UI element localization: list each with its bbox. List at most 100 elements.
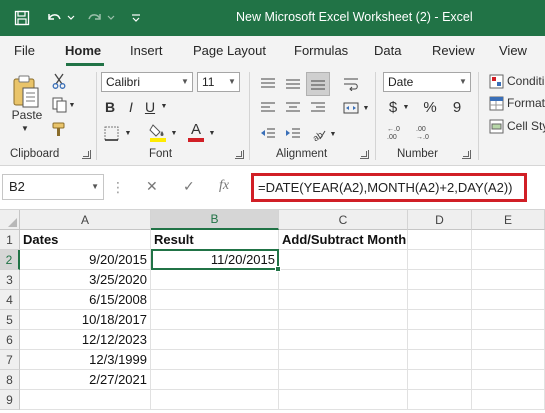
tab-insert[interactable]: Insert [130, 43, 163, 58]
tab-view[interactable]: View [499, 43, 527, 58]
font-color-icon[interactable]: A [186, 121, 206, 143]
row-header-6[interactable]: 6 [0, 330, 20, 350]
cell-c9[interactable] [279, 390, 408, 410]
cell-c5[interactable] [279, 310, 408, 330]
fill-handle[interactable] [275, 266, 281, 272]
cell-b4[interactable] [151, 290, 279, 310]
tab-data[interactable]: Data [374, 43, 401, 58]
cell-a3[interactable]: 3/25/2020 [20, 270, 151, 290]
cell-c2[interactable] [279, 250, 408, 270]
format-painter-icon[interactable] [50, 120, 68, 138]
orientation-dropdown-icon[interactable]: ▼ [329, 129, 337, 139]
bold-button[interactable]: B [101, 97, 119, 117]
cell-styles-label[interactable]: Cell Sty [507, 117, 545, 135]
decrease-indent-icon[interactable] [258, 124, 278, 144]
cell-a4[interactable]: 6/15/2008 [20, 290, 151, 310]
font-size-select[interactable]: 11 ▼ [197, 72, 240, 92]
currency-dropdown-icon[interactable]: ▼ [402, 102, 410, 112]
align-bottom-icon[interactable] [306, 72, 330, 96]
cell-b7[interactable] [151, 350, 279, 370]
align-center-icon[interactable] [283, 98, 303, 118]
fill-color-icon[interactable] [148, 121, 168, 143]
font-launcher-icon[interactable] [235, 150, 244, 159]
clipboard-launcher-icon[interactable] [82, 150, 91, 159]
font-color-dropdown-icon[interactable]: ▼ [208, 128, 216, 138]
cell-d5[interactable] [408, 310, 472, 330]
paste-icon[interactable] [8, 72, 44, 112]
select-all-button[interactable] [0, 210, 20, 230]
cell-b6[interactable] [151, 330, 279, 350]
cell-e3[interactable] [472, 270, 545, 290]
column-header-b[interactable]: B [151, 210, 279, 230]
orientation-icon[interactable]: ab [308, 124, 328, 144]
cell-d2[interactable] [408, 250, 472, 270]
undo-icon[interactable] [45, 9, 63, 27]
row-header-3[interactable]: 3 [0, 270, 20, 290]
column-header-c[interactable]: C [279, 210, 408, 230]
cell-b5[interactable] [151, 310, 279, 330]
tab-file[interactable]: File [14, 43, 35, 58]
number-format-select[interactable]: Date ▼ [383, 72, 471, 92]
redo-dropdown-icon[interactable] [106, 9, 116, 27]
cell-d6[interactable] [408, 330, 472, 350]
cell-d9[interactable] [408, 390, 472, 410]
merge-center-icon[interactable] [341, 98, 361, 118]
paste-dropdown-icon[interactable]: ▼ [20, 124, 30, 133]
format-as-table-icon[interactable] [487, 94, 505, 112]
cell-e9[interactable] [472, 390, 545, 410]
cell-e8[interactable] [472, 370, 545, 390]
cell-e1[interactable] [472, 230, 545, 250]
paste-label[interactable]: Paste [11, 108, 43, 122]
cell-b8[interactable] [151, 370, 279, 390]
column-header-e[interactable]: E [472, 210, 545, 230]
copy-icon[interactable] [50, 96, 68, 114]
cell-e6[interactable] [472, 330, 545, 350]
comma-style-button[interactable]: 9 [448, 96, 466, 118]
cell-c6[interactable] [279, 330, 408, 350]
cell-b1[interactable]: Result [151, 230, 279, 250]
row-header-8[interactable]: 8 [0, 370, 20, 390]
formula-bar-grip-icon[interactable]: ⋮ [111, 176, 125, 198]
cell-c7[interactable] [279, 350, 408, 370]
cell-a6[interactable]: 12/12/2023 [20, 330, 151, 350]
borders-icon[interactable] [101, 124, 121, 142]
cell-d3[interactable] [408, 270, 472, 290]
row-header-1[interactable]: 1 [0, 230, 20, 250]
tab-formulas[interactable]: Formulas [294, 43, 348, 58]
conditional-formatting-icon[interactable] [487, 72, 505, 90]
cut-icon[interactable] [50, 72, 68, 90]
decrease-decimal-icon[interactable]: .00 →.0 [414, 122, 438, 142]
fill-color-dropdown-icon[interactable]: ▼ [170, 128, 178, 138]
redo-icon[interactable] [86, 9, 104, 27]
tab-home[interactable]: Home [65, 43, 101, 58]
underline-button[interactable]: U [142, 97, 158, 117]
cell-a8[interactable]: 2/27/2021 [20, 370, 151, 390]
borders-dropdown-icon[interactable]: ▼ [124, 128, 132, 138]
cell-styles-icon[interactable] [487, 117, 505, 135]
cell-a7[interactable]: 12/3/1999 [20, 350, 151, 370]
cell-d8[interactable] [408, 370, 472, 390]
cell-e4[interactable] [472, 290, 545, 310]
wrap-text-icon[interactable] [341, 74, 361, 94]
align-right-icon[interactable] [308, 98, 328, 118]
merge-dropdown-icon[interactable]: ▼ [362, 103, 370, 113]
number-launcher-icon[interactable] [462, 150, 471, 159]
row-header-5[interactable]: 5 [0, 310, 20, 330]
copy-dropdown-icon[interactable]: ▼ [68, 100, 76, 110]
percent-button[interactable]: % [421, 96, 439, 118]
enter-icon[interactable]: ✓ [183, 178, 195, 195]
font-name-select[interactable]: Calibri ▼ [101, 72, 193, 92]
row-header-2[interactable]: 2 [0, 250, 20, 270]
alignment-launcher-icon[interactable] [360, 150, 369, 159]
cell-c4[interactable] [279, 290, 408, 310]
row-header-9[interactable]: 9 [0, 390, 20, 410]
customize-toolbar-icon[interactable] [127, 9, 145, 27]
tab-page-layout[interactable]: Page Layout [193, 43, 266, 58]
increase-decimal-icon[interactable]: ←.0.00 [385, 122, 409, 142]
cell-a2[interactable]: 9/20/2015 [20, 250, 151, 270]
underline-dropdown-icon[interactable]: ▼ [160, 101, 168, 111]
cell-e7[interactable] [472, 350, 545, 370]
formula-input[interactable]: =DATE(YEAR(A2),MONTH(A2)+2,DAY(A2)) [251, 173, 527, 202]
cell-c8[interactable] [279, 370, 408, 390]
cell-a9[interactable] [20, 390, 151, 410]
